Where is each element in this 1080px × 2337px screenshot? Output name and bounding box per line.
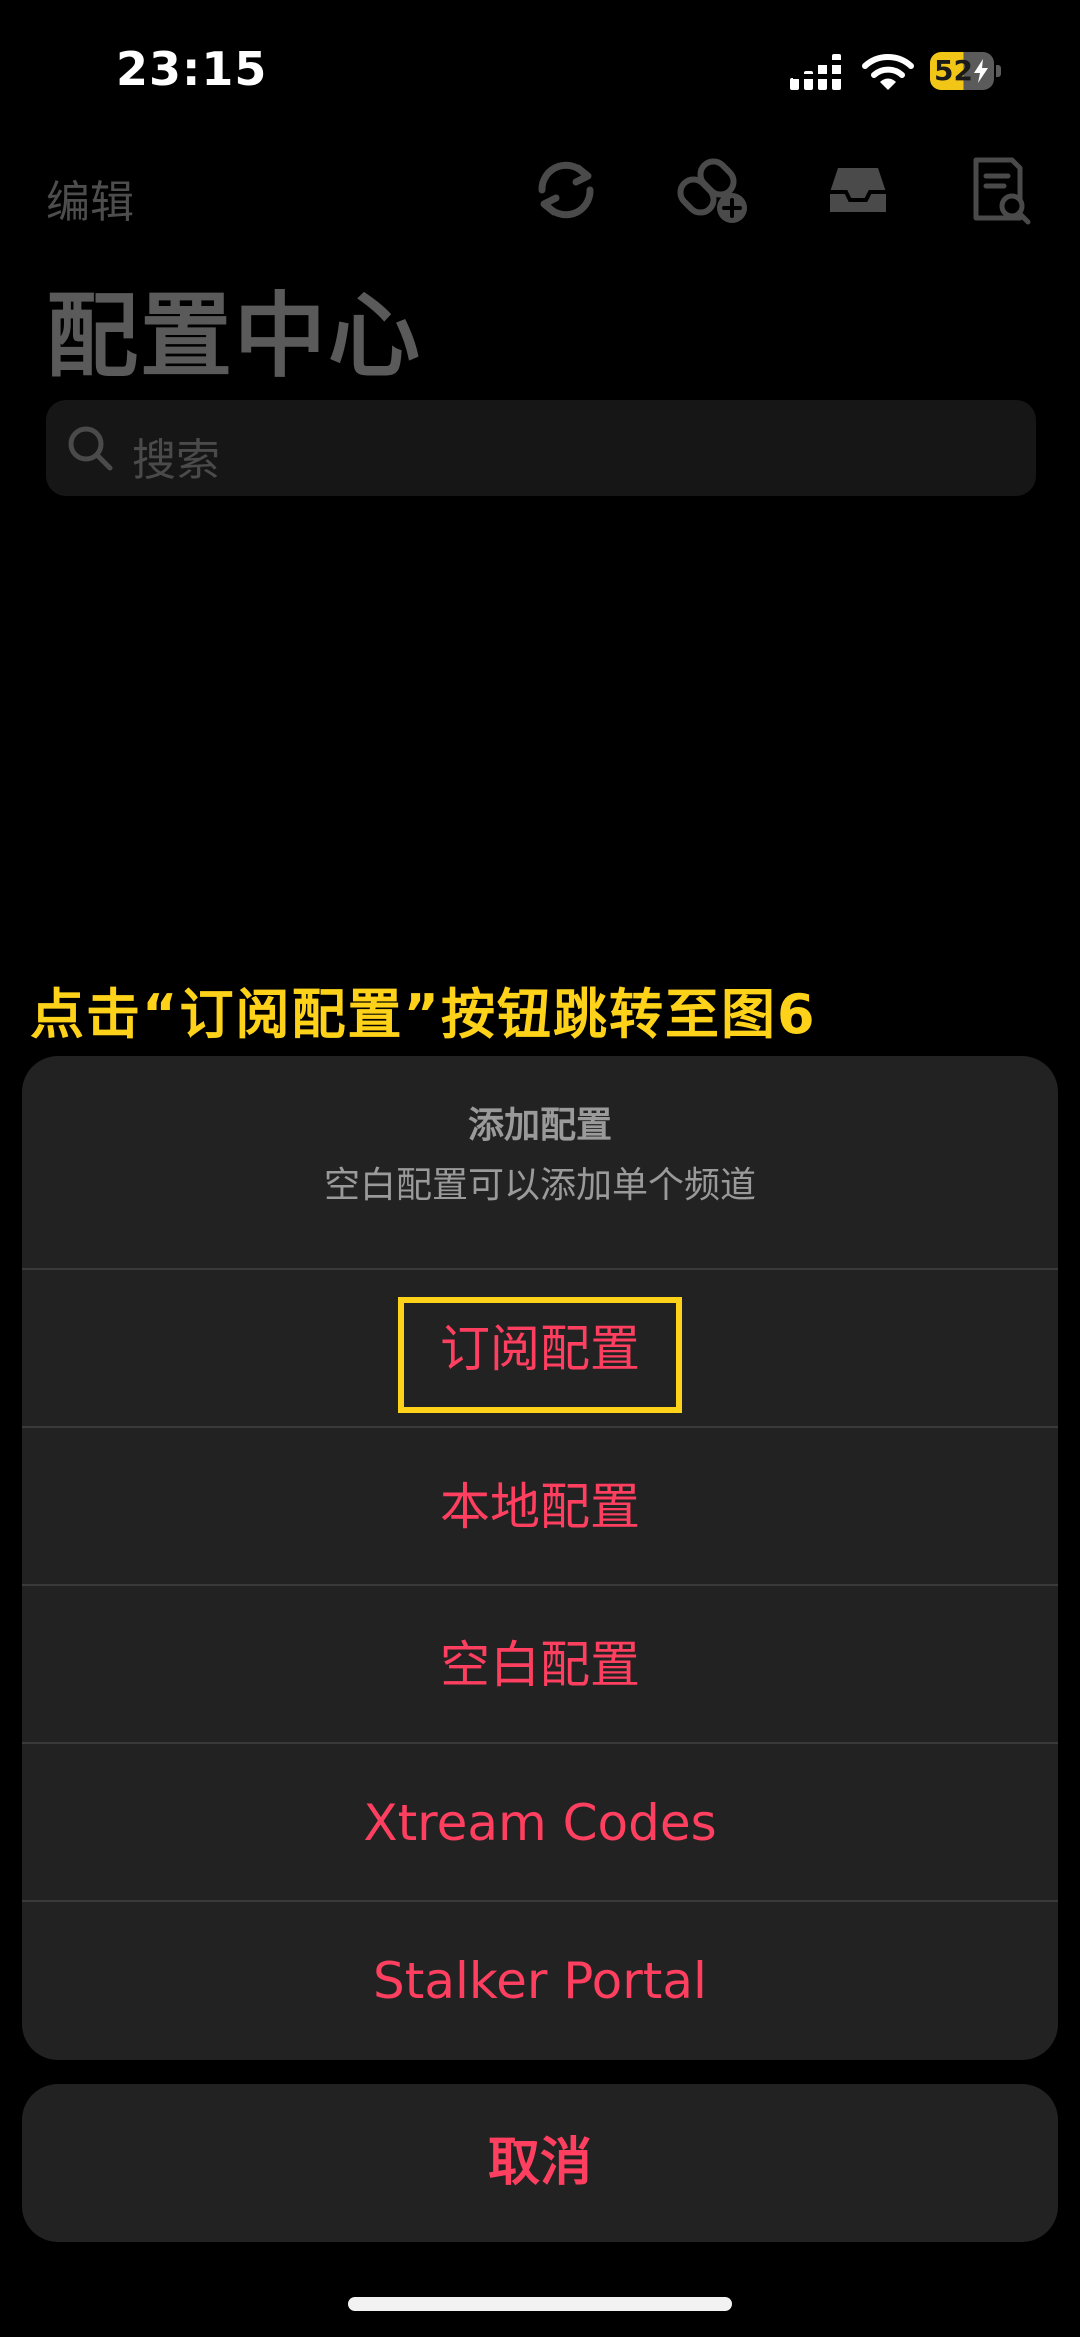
- edit-button[interactable]: 编辑: [46, 166, 134, 230]
- sheet-title: 添加配置: [467, 1105, 612, 1146]
- action-label: Stalker Portal: [373, 1952, 707, 2010]
- blank-config-button[interactable]: 空白配置: [22, 1584, 1058, 1744]
- document-search-icon[interactable]: [962, 152, 1038, 228]
- action-label: 空白配置: [440, 1636, 640, 1694]
- status-bar: 23:15 52: [0, 0, 1080, 140]
- search-icon: [68, 426, 113, 471]
- search-placeholder: 搜索: [132, 435, 220, 486]
- battery-charging-icon: 52: [930, 52, 1002, 90]
- tutorial-annotation: 点击“订阅配置”按钮跳转至图6: [30, 983, 817, 1046]
- add-config-action-sheet: 添加配置 空白配置可以添加单个频道 订阅配置 本地配置 空白配置 Xtream …: [22, 1056, 1058, 2060]
- page-title: 配置中心: [46, 283, 423, 390]
- status-time: 23:15: [116, 42, 268, 96]
- xtream-codes-button[interactable]: Xtream Codes: [22, 1742, 1058, 1902]
- refresh-icon[interactable]: [528, 152, 604, 228]
- add-link-icon[interactable]: [676, 152, 752, 228]
- subscription-config-button[interactable]: 订阅配置: [22, 1268, 1058, 1428]
- highlight-box: [398, 1297, 682, 1413]
- battery-level: 52: [934, 54, 973, 87]
- local-config-button[interactable]: 本地配置: [22, 1426, 1058, 1586]
- action-label: Xtream Codes: [363, 1794, 717, 1852]
- cancel-button[interactable]: 取消: [22, 2084, 1058, 2242]
- charging-bolt-icon: [974, 59, 988, 83]
- cancel-label: 取消: [487, 2133, 592, 2193]
- home-indicator[interactable]: [348, 2297, 732, 2311]
- search-input[interactable]: 搜索: [46, 400, 1036, 496]
- inbox-icon[interactable]: [820, 152, 896, 228]
- stalker-portal-button[interactable]: Stalker Portal: [22, 1900, 1058, 2060]
- cellular-signal-icon: [790, 54, 843, 90]
- sheet-header: 添加配置 空白配置可以添加单个频道: [22, 1056, 1058, 1268]
- sheet-message: 空白配置可以添加单个频道: [323, 1165, 756, 1206]
- action-label: 本地配置: [440, 1478, 640, 1536]
- wifi-icon: [862, 54, 914, 90]
